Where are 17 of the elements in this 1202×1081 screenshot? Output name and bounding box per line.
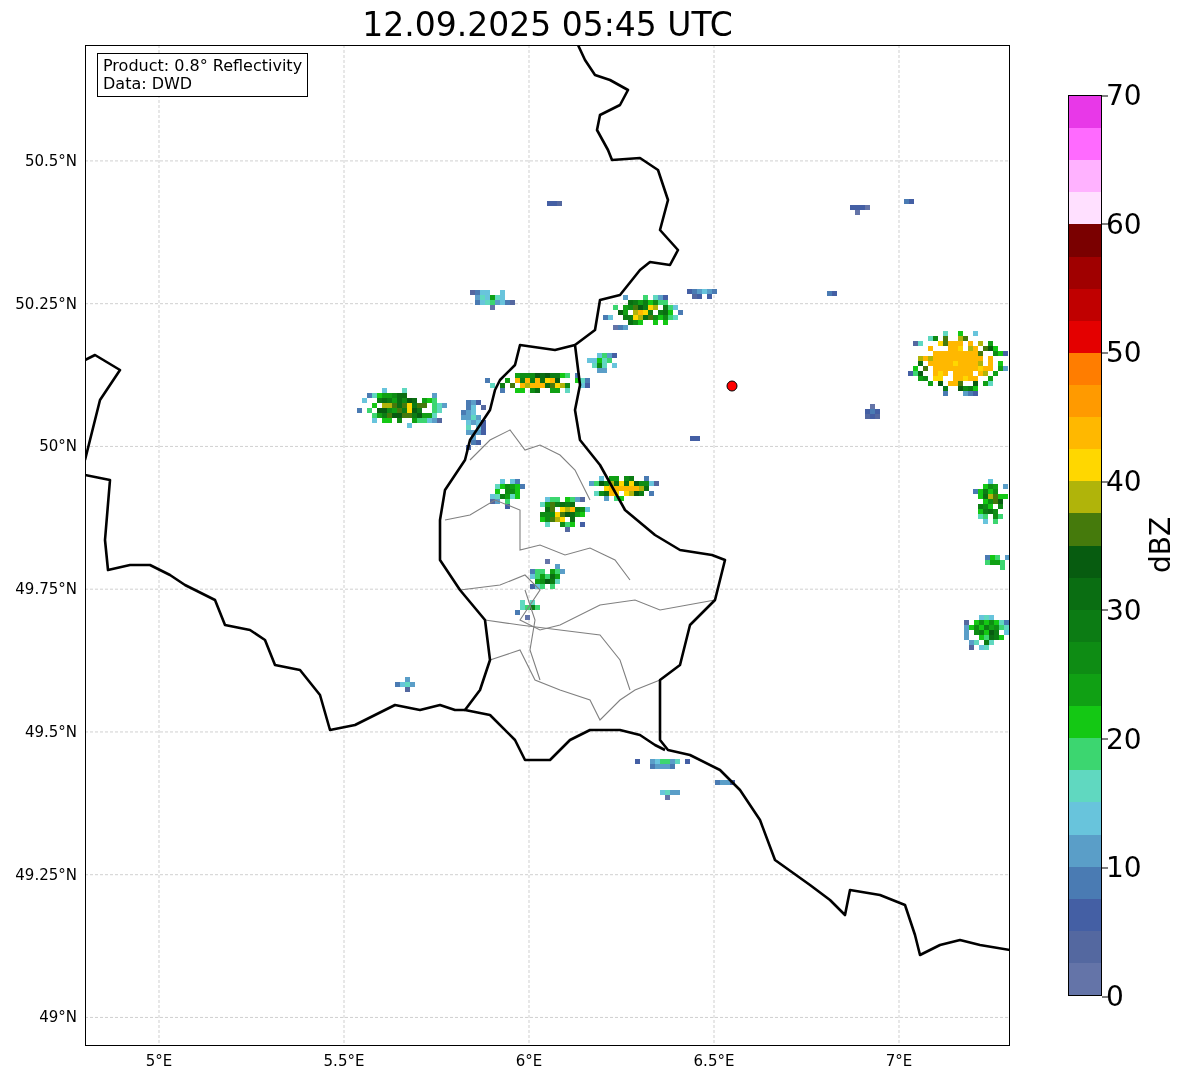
info-text: Product: 0.8° Reflectivity (103, 57, 303, 75)
latitude-label: 50.25°N (15, 294, 77, 313)
latitude-label: 49.5°N (24, 722, 77, 741)
colorbar-label: dBZ (1143, 516, 1177, 574)
longitude-label: 5.5°E (323, 1052, 365, 1070)
latitude-label: 49.25°N (15, 865, 77, 884)
info-text: Data: DWD (103, 75, 194, 93)
chart-title: 12.09.2025 05:45 UTC (361, 4, 734, 45)
longitude-label: 6.5°E (693, 1052, 735, 1070)
longitude-label: 5°E (145, 1052, 173, 1070)
latitude-label: 50.5°N (24, 151, 77, 170)
location-marker (726, 380, 738, 392)
latitude-label: 50°N (39, 437, 77, 456)
latitude-label: 49.75°N (15, 580, 77, 599)
longitude-label: 6°E (515, 1052, 543, 1070)
longitude-label: 7°E (885, 1052, 913, 1070)
latitude-label: 49°N (39, 1008, 77, 1027)
